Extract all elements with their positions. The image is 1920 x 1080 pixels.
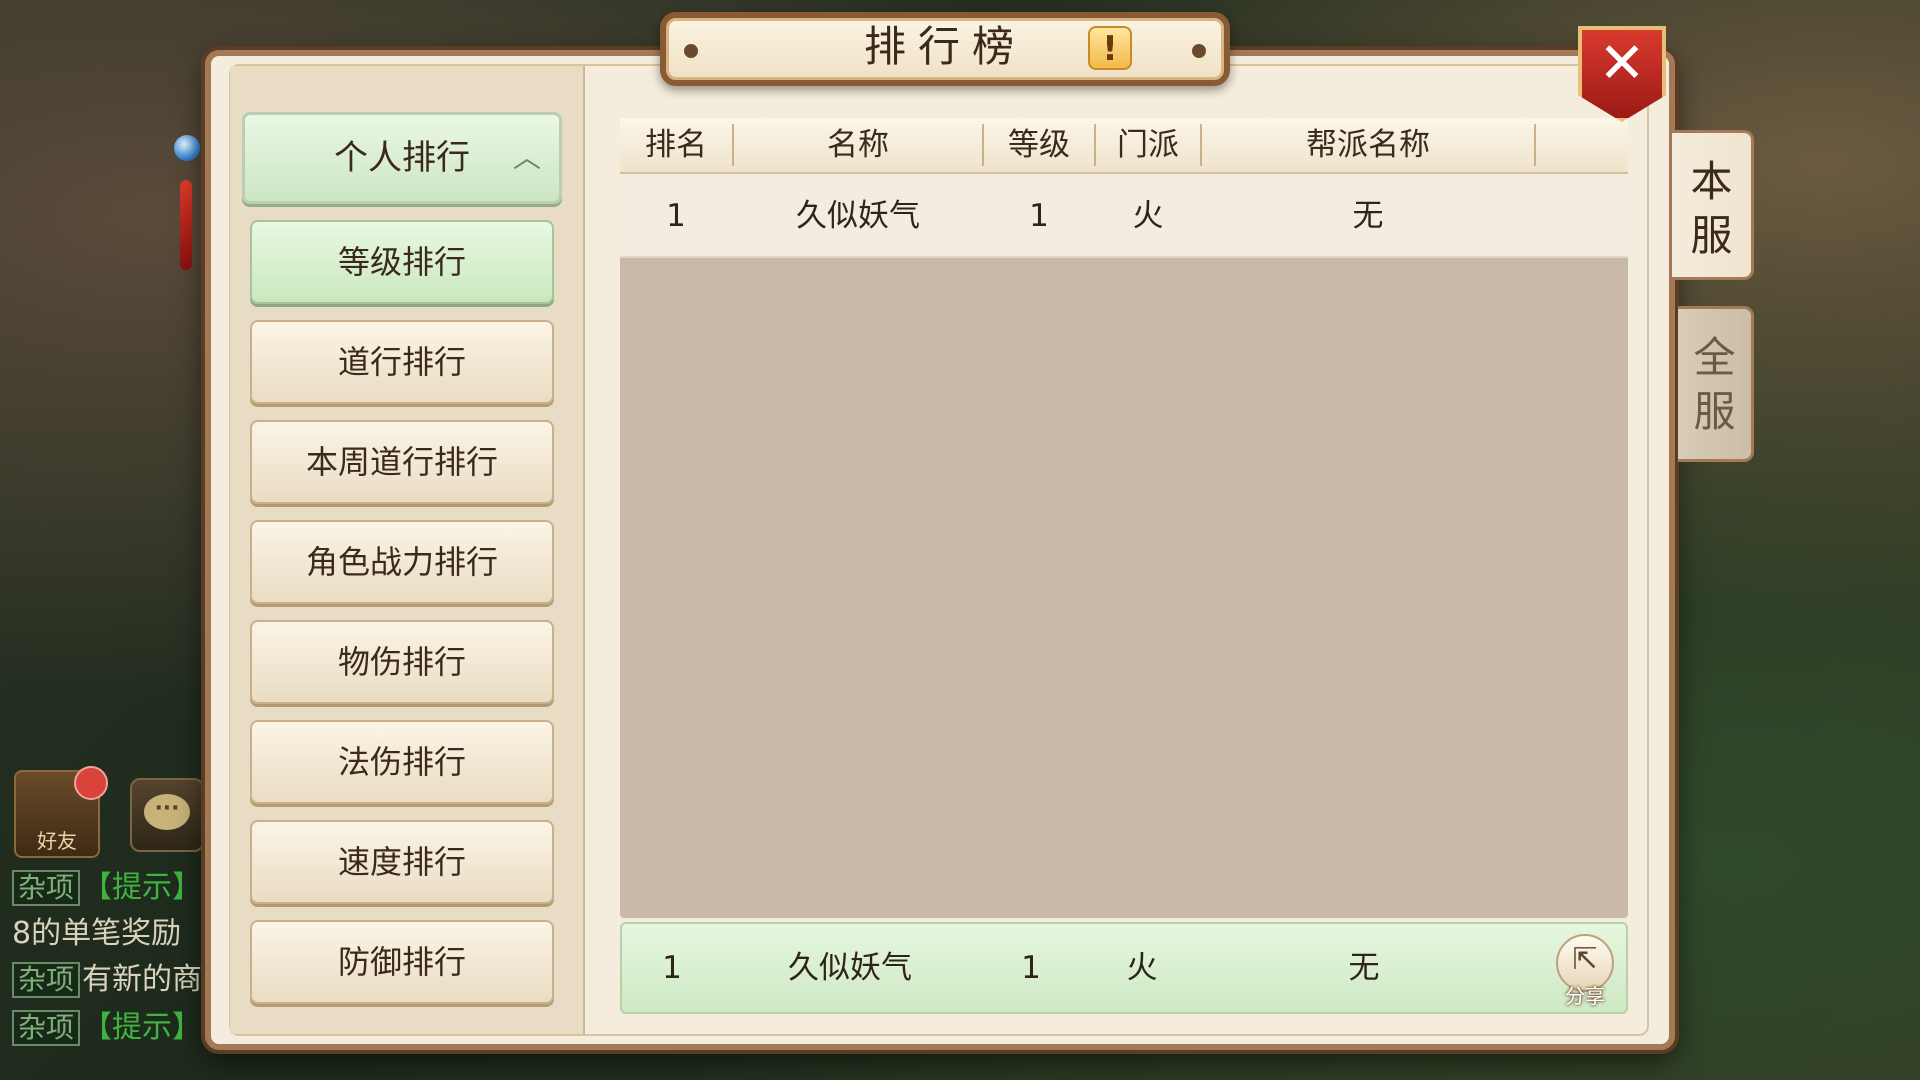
column-header-rank: 排名 xyxy=(645,127,707,163)
chevron-up-icon: ︿ xyxy=(512,141,541,174)
chat-line: 8的单笔奖励 xyxy=(12,914,202,954)
chat-tag: 杂项 xyxy=(12,870,81,906)
column-header-guild: 帮派名称 xyxy=(1306,127,1430,163)
category-group-label: 个人排行 xyxy=(334,138,470,178)
cell-name: 久似妖气 xyxy=(788,950,912,986)
cell-faction: 火 xyxy=(1132,198,1164,234)
column-header-name: 名称 xyxy=(827,127,889,163)
friend-label: 好友 xyxy=(37,829,77,853)
close-icon: ✕ xyxy=(1598,31,1646,96)
sidebar-item-combat-power-rank[interactable]: 角色战力排行 xyxy=(250,520,554,604)
chat-line: 杂项 【提示】 xyxy=(12,868,202,908)
tab-all-servers[interactable]: 全服 xyxy=(1678,306,1754,462)
info-button[interactable]: ! xyxy=(1088,26,1132,70)
cell-rank: 1 xyxy=(666,198,686,234)
cell-level: 1 xyxy=(1029,198,1049,234)
cell-guild: 无 xyxy=(1348,950,1380,986)
chat-text: 【提示】 xyxy=(82,870,202,905)
chat-bubble-icon: ··· xyxy=(144,794,190,830)
chat-tag: 杂项 xyxy=(12,962,81,998)
sidebar-item-level-rank[interactable]: 等级排行 xyxy=(250,220,554,304)
chat-button[interactable]: ··· xyxy=(130,778,204,852)
table-header: 排名 名称 等级 门派 帮派名称 xyxy=(620,118,1628,174)
sidebar-item-magic-damage-rank[interactable]: 法伤排行 xyxy=(250,720,554,804)
cell-level: 1 xyxy=(1021,950,1041,986)
my-rank-row: 1 久似妖气 1 火 无 xyxy=(620,922,1628,1014)
sidebar-item-defense-rank[interactable]: 防御排行 xyxy=(250,920,554,1004)
share-button[interactable]: ⇱ 分享 xyxy=(1556,934,1614,1008)
sidebar-item-daoxing-rank[interactable]: 道行排行 xyxy=(250,320,554,404)
notification-dot-icon xyxy=(74,766,108,800)
sidebar-item-speed-rank[interactable]: 速度排行 xyxy=(250,820,554,904)
column-header-faction: 门派 xyxy=(1117,127,1179,163)
tab-label: 本服 xyxy=(1690,157,1733,260)
tab-label: 全服 xyxy=(1693,333,1736,436)
sidebar-item-physical-damage-rank[interactable]: 物伤排行 xyxy=(250,620,554,704)
share-label: 分享 xyxy=(1565,984,1605,1008)
category-group-personal[interactable]: 个人排行 ︿ xyxy=(242,112,562,204)
cell-name: 久似妖气 xyxy=(796,198,920,234)
chat-tag: 杂项 xyxy=(12,1010,81,1046)
chat-text: 有新的商 xyxy=(82,962,202,997)
tab-local-server[interactable]: 本服 xyxy=(1672,130,1754,280)
hanging-ornament xyxy=(172,80,200,280)
share-icon: ⇱ xyxy=(1572,942,1598,977)
window-title: 排行榜 xyxy=(863,22,1026,71)
column-header-level: 等级 xyxy=(1008,127,1070,163)
column-divider xyxy=(1534,124,1536,166)
friend-button[interactable]: 好友 xyxy=(14,766,108,858)
jade-bead-icon xyxy=(174,135,200,161)
exclamation-icon: ! xyxy=(1102,29,1118,69)
sidebar-item-weekly-daoxing-rank[interactable]: 本周道行排行 xyxy=(250,420,554,504)
table-row[interactable]: 1 久似妖气 1 火 无 xyxy=(620,174,1628,258)
chat-text: 8的单笔奖励 xyxy=(12,916,182,951)
cell-faction: 火 xyxy=(1126,950,1158,986)
cell-guild: 无 xyxy=(1352,198,1384,234)
chat-text: 【提示】 xyxy=(82,1010,202,1045)
cell-rank: 1 xyxy=(662,950,682,986)
chat-line: 杂项 有新的商 xyxy=(12,960,202,1000)
tassel-icon xyxy=(180,180,192,270)
chat-line: 杂项 【提示】 xyxy=(12,1008,202,1048)
